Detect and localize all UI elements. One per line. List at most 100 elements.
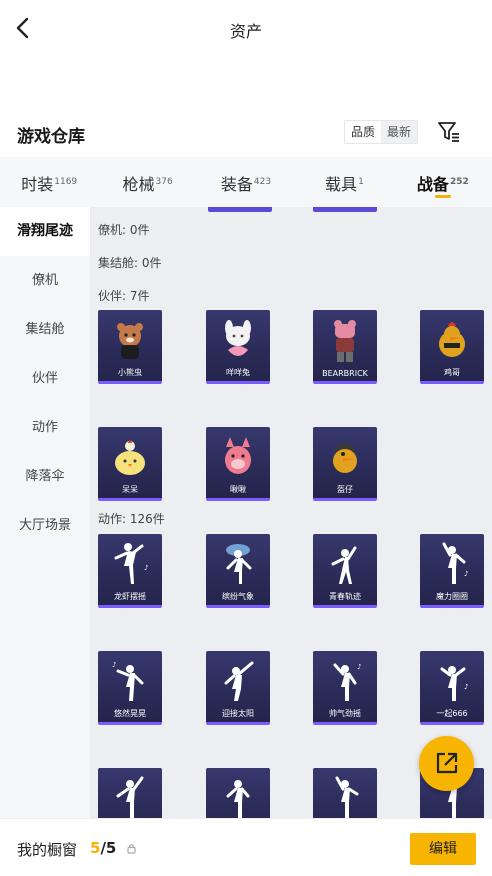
tab-count: 423 xyxy=(253,177,272,187)
filter-icon[interactable] xyxy=(436,118,462,144)
dancer-silhouette-icon xyxy=(224,661,254,701)
chicken-figure-icon xyxy=(439,322,465,357)
chick-figure-icon xyxy=(115,440,145,475)
tab-label: 载具 xyxy=(325,175,358,194)
item-name: BEARBRICK xyxy=(322,369,368,378)
category-count-pod: 集结舱: 0件 xyxy=(98,256,162,270)
item-card[interactable]: 迎接太阳 xyxy=(206,651,270,725)
item-name: 小熊虫 xyxy=(118,368,142,377)
item-card[interactable]: ♪ 魔力圈圈 xyxy=(420,534,484,608)
red-panda-figure-icon xyxy=(117,323,143,359)
tab-label: 枪械 xyxy=(122,175,155,194)
sort-quality-button[interactable]: 品质 xyxy=(345,121,382,143)
item-card[interactable] xyxy=(313,768,377,818)
tab-label: 装备 xyxy=(220,175,253,194)
item-card-partial[interactable] xyxy=(313,207,377,212)
item-card[interactable]: ♪ 一起666 xyxy=(420,651,484,725)
svg-text:♪: ♪ xyxy=(144,564,148,572)
dancer-silhouette-icon: ♪ xyxy=(440,666,468,701)
tab-equipment[interactable]: 装备423 xyxy=(197,157,295,207)
active-tab-indicator xyxy=(434,195,451,198)
sidebar-item-pod[interactable]: 集结舱 xyxy=(0,305,90,354)
item-card[interactable]: ♪ 帅气劲摇 xyxy=(313,651,377,725)
item-grid: 僚机: 0件 集结舱: 0件 伙伴: 7件 小熊虫 咩咩兔 BEARBRICK … xyxy=(90,207,492,818)
dancer-silhouette-icon xyxy=(335,776,359,818)
top-bar: 资产 xyxy=(0,0,492,56)
item-name: 龙虾摆摇 xyxy=(114,592,146,601)
dancer-silhouette-icon: ♪ xyxy=(333,663,361,701)
item-card[interactable]: 青春轨迹 xyxy=(313,534,377,608)
category-count-wingman: 僚机: 0件 xyxy=(98,223,150,237)
sidebar-item-parachute[interactable]: 降落伞 xyxy=(0,452,90,501)
tab-count: 1169 xyxy=(54,177,78,187)
item-name: 魔力圈圈 xyxy=(436,592,468,601)
share-button[interactable] xyxy=(419,736,474,791)
item-name: 咩咩兔 xyxy=(226,368,250,377)
item-name: 迎接太阳 xyxy=(222,709,254,718)
sidebar-item-wingman[interactable]: 僚机 xyxy=(0,256,90,305)
item-card[interactable]: 啾啾 xyxy=(206,427,270,501)
item-name: 青春轨迹 xyxy=(329,592,361,601)
item-card[interactable]: 盔仔 xyxy=(313,427,377,501)
bearbrick-figure-icon xyxy=(334,320,356,362)
tab-fashion[interactable]: 时装1169 xyxy=(0,157,98,207)
svg-text:♪: ♪ xyxy=(112,661,116,669)
dancer-silhouette-icon xyxy=(331,546,357,584)
category-count-partner: 伙伴: 7件 xyxy=(98,289,150,303)
item-card[interactable]: 咩咩兔 xyxy=(206,310,270,384)
lock-icon xyxy=(127,844,136,854)
tab-count: 252 xyxy=(449,177,469,187)
item-card[interactable]: 小熊虫 xyxy=(98,310,162,384)
item-card[interactable]: BEARBRICK xyxy=(313,310,377,384)
sort-latest-button[interactable]: 最新 xyxy=(381,121,418,143)
bunny-figure-icon xyxy=(225,320,251,356)
category-tabs: 时装1169 枪械376 装备423 载具1 战备252 xyxy=(0,157,492,207)
dancer-silhouette-icon xyxy=(116,776,144,818)
item-name: 啾啾 xyxy=(230,485,246,494)
sidebar-item-partner[interactable]: 伙伴 xyxy=(0,354,90,403)
showcase-label: 我的橱窗 xyxy=(17,841,78,859)
item-name: 帅气劲摇 xyxy=(329,709,361,718)
sidebar-item-emote[interactable]: 动作 xyxy=(0,403,90,452)
item-card[interactable]: 鸡哥 xyxy=(420,310,484,384)
tab-count: 376 xyxy=(155,177,173,187)
edit-button[interactable]: 编辑 xyxy=(410,833,476,865)
item-card[interactable]: ♪ 悠然晃晃 xyxy=(98,651,162,725)
showcase-count-total: /5 xyxy=(100,839,117,857)
dancer-silhouette-icon xyxy=(226,780,250,818)
pink-creature-figure-icon xyxy=(225,437,251,474)
item-name: 缤纷气象 xyxy=(222,592,254,601)
sidebar-item-glide-trail[interactable]: 滑翔尾迹 xyxy=(0,207,90,256)
item-card[interactable]: ♪ 龙虾摆摇 xyxy=(98,534,162,608)
item-name: 悠然晃晃 xyxy=(114,709,146,718)
item-card[interactable] xyxy=(206,768,270,818)
external-link-icon xyxy=(436,752,458,774)
item-name: 呆呆 xyxy=(122,485,138,494)
warehouse-title: 游戏仓库 xyxy=(17,127,85,147)
sort-toggle: 品质 最新 xyxy=(344,120,419,144)
category-count-emote: 动作: 126件 xyxy=(98,512,165,526)
tab-count: 1 xyxy=(358,177,364,187)
helmet-bird-figure-icon xyxy=(333,443,357,473)
svg-text:♪: ♪ xyxy=(464,570,468,578)
dancer-silhouette-icon: ♪ xyxy=(442,542,468,584)
sidebar-item-lobby-scene[interactable]: 大厅场景 xyxy=(0,501,90,550)
sidebar: 滑翔尾迹 僚机 集结舱 伙伴 动作 降落伞 大厅场景 xyxy=(0,207,90,818)
dancer-silhouette-icon xyxy=(226,544,252,584)
page-title: 资产 xyxy=(229,22,262,41)
tab-weapons[interactable]: 枪械376 xyxy=(98,157,196,207)
item-name: 一起666 xyxy=(436,709,468,718)
item-card-partial[interactable] xyxy=(208,207,272,212)
svg-text:♪: ♪ xyxy=(464,683,468,691)
svg-text:♪: ♪ xyxy=(357,663,361,671)
tab-label: 战备 xyxy=(416,175,449,194)
showcase-count: 5/5 xyxy=(90,839,116,857)
item-card[interactable]: 呆呆 xyxy=(98,427,162,501)
tab-label: 时装 xyxy=(21,175,54,194)
dancer-silhouette-icon: ♪ xyxy=(114,543,148,584)
item-card[interactable]: 缤纷气象 xyxy=(206,534,270,608)
item-card[interactable] xyxy=(98,768,162,818)
tab-supplies[interactable]: 战备252 xyxy=(394,157,492,207)
tab-vehicles[interactable]: 载具1 xyxy=(295,157,393,207)
item-name: 鸡哥 xyxy=(444,368,460,377)
